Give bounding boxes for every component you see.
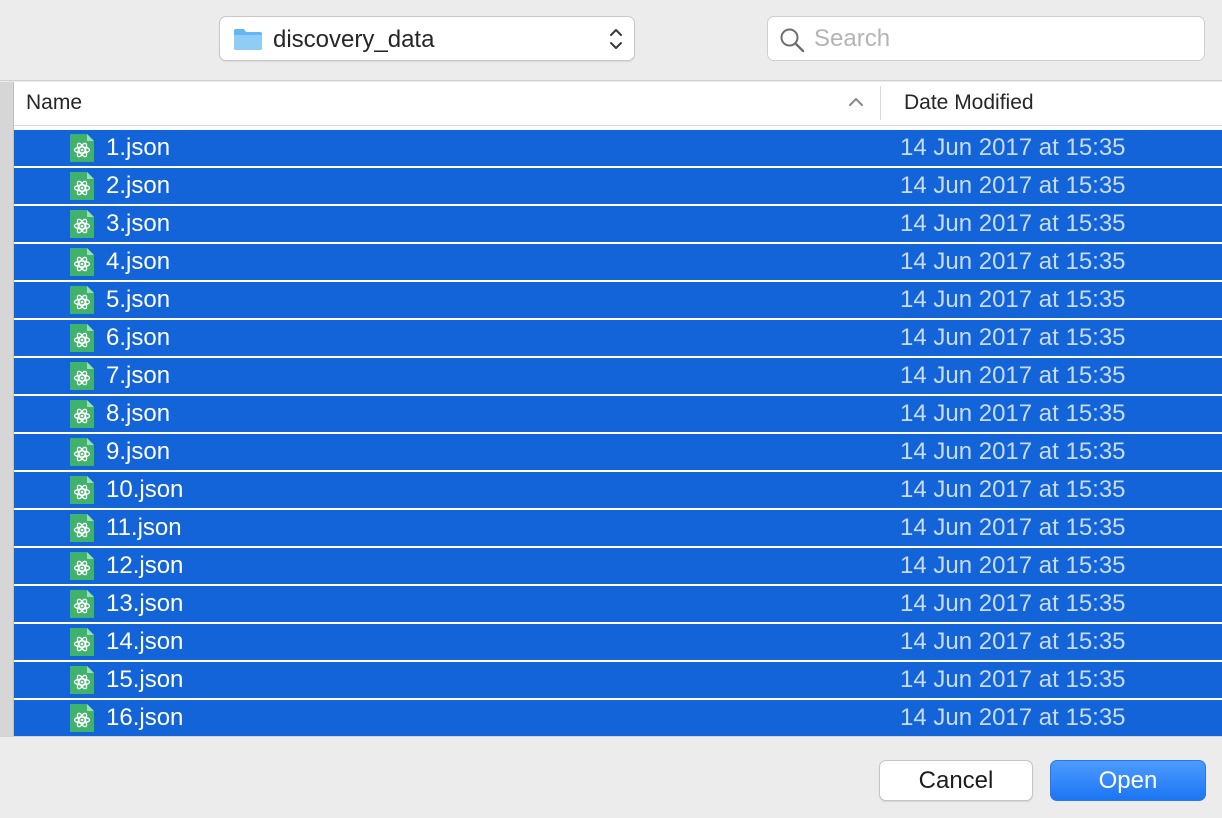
file-date-modified: 14 Jun 2017 at 15:35 bbox=[900, 400, 1126, 427]
file-row[interactable]: 10.json 14 Jun 2017 at 15:35 bbox=[14, 472, 1222, 508]
file-name: 15.json bbox=[106, 666, 184, 693]
file-row[interactable]: 4.json 14 Jun 2017 at 15:35 bbox=[14, 244, 1222, 280]
json-file-icon bbox=[69, 551, 95, 581]
json-file-icon bbox=[69, 437, 95, 467]
file-row[interactable]: 8.json 14 Jun 2017 at 15:35 bbox=[14, 396, 1222, 432]
file-row[interactable]: 15.json 14 Jun 2017 at 15:35 bbox=[14, 662, 1222, 698]
file-date-modified: 14 Jun 2017 at 15:35 bbox=[900, 666, 1126, 693]
file-list: Name Date Modified 1.json 14 Jun 2017 at… bbox=[0, 82, 1222, 736]
json-file-icon bbox=[69, 361, 95, 391]
file-name: 9.json bbox=[106, 438, 171, 465]
file-date-modified: 14 Jun 2017 at 15:35 bbox=[900, 438, 1126, 465]
file-rows: 1.json 14 Jun 2017 at 15:35 2.json 14 Ju… bbox=[14, 130, 1222, 738]
column-header: Name Date Modified bbox=[14, 82, 1222, 126]
file-date-modified: 14 Jun 2017 at 15:35 bbox=[900, 210, 1126, 237]
location-popup[interactable]: discovery_data bbox=[219, 16, 635, 61]
json-file-icon bbox=[69, 475, 95, 505]
file-date-modified: 14 Jun 2017 at 15:35 bbox=[900, 628, 1126, 655]
file-row[interactable]: 13.json 14 Jun 2017 at 15:35 bbox=[14, 586, 1222, 622]
file-date-modified: 14 Jun 2017 at 15:35 bbox=[900, 248, 1126, 275]
column-header-name[interactable]: Name bbox=[26, 91, 82, 115]
file-date-modified: 14 Jun 2017 at 15:35 bbox=[900, 324, 1126, 351]
file-date-modified: 14 Jun 2017 at 15:35 bbox=[900, 514, 1126, 541]
file-name: 13.json bbox=[106, 590, 184, 617]
file-row[interactable]: 12.json 14 Jun 2017 at 15:35 bbox=[14, 548, 1222, 584]
file-date-modified: 14 Jun 2017 at 15:35 bbox=[900, 590, 1126, 617]
json-file-icon bbox=[69, 589, 95, 619]
location-label: discovery_data bbox=[273, 26, 435, 53]
bottom-bar: Cancel Open bbox=[0, 736, 1222, 818]
open-button[interactable]: Open bbox=[1050, 760, 1206, 801]
file-name: 14.json bbox=[106, 628, 184, 655]
file-row[interactable]: 11.json 14 Jun 2017 at 15:35 bbox=[14, 510, 1222, 546]
search-input[interactable] bbox=[814, 23, 1194, 55]
json-file-icon bbox=[69, 285, 95, 315]
search-icon bbox=[780, 28, 805, 53]
file-name: 11.json bbox=[106, 514, 182, 541]
file-date-modified: 14 Jun 2017 at 15:35 bbox=[900, 134, 1126, 161]
column-divider[interactable] bbox=[880, 86, 881, 120]
file-name: 12.json bbox=[106, 552, 184, 579]
search-field[interactable] bbox=[767, 16, 1205, 61]
file-name: 1.json bbox=[106, 134, 171, 161]
file-name: 8.json bbox=[106, 400, 171, 427]
json-file-icon bbox=[69, 247, 95, 277]
file-row[interactable]: 16.json 14 Jun 2017 at 15:35 bbox=[14, 700, 1222, 736]
file-date-modified: 14 Jun 2017 at 15:35 bbox=[900, 286, 1126, 313]
column-header-date-modified[interactable]: Date Modified bbox=[904, 91, 1034, 115]
file-name: 4.json bbox=[106, 248, 171, 275]
file-row[interactable]: 9.json 14 Jun 2017 at 15:35 bbox=[14, 434, 1222, 470]
file-row[interactable]: 7.json 14 Jun 2017 at 15:35 bbox=[14, 358, 1222, 394]
json-file-icon bbox=[69, 209, 95, 239]
json-file-icon bbox=[69, 323, 95, 353]
file-row[interactable]: 6.json 14 Jun 2017 at 15:35 bbox=[14, 320, 1222, 356]
json-file-icon bbox=[69, 399, 95, 429]
file-row[interactable]: 3.json 14 Jun 2017 at 15:35 bbox=[14, 206, 1222, 242]
json-file-icon bbox=[69, 133, 95, 163]
json-file-icon bbox=[69, 703, 95, 733]
file-date-modified: 14 Jun 2017 at 15:35 bbox=[900, 704, 1126, 731]
json-file-icon bbox=[69, 627, 95, 657]
file-name: 10.json bbox=[106, 476, 184, 503]
file-row[interactable]: 5.json 14 Jun 2017 at 15:35 bbox=[14, 282, 1222, 318]
chevron-updown-icon bbox=[610, 29, 622, 49]
sort-ascending-icon[interactable] bbox=[848, 96, 864, 108]
file-date-modified: 14 Jun 2017 at 15:35 bbox=[900, 552, 1126, 579]
sidebar-edge bbox=[0, 82, 14, 736]
toolbar: discovery_data bbox=[0, 0, 1222, 81]
file-date-modified: 14 Jun 2017 at 15:35 bbox=[900, 362, 1126, 389]
file-name: 2.json bbox=[106, 172, 171, 199]
file-name: 7.json bbox=[106, 362, 171, 389]
json-file-icon bbox=[69, 513, 95, 543]
file-name: 3.json bbox=[106, 210, 171, 237]
json-file-icon bbox=[69, 665, 95, 695]
json-file-icon bbox=[69, 171, 95, 201]
file-row[interactable]: 1.json 14 Jun 2017 at 15:35 bbox=[14, 130, 1222, 166]
file-name: 5.json bbox=[106, 286, 171, 313]
file-name: 6.json bbox=[106, 324, 171, 351]
file-row[interactable]: 2.json 14 Jun 2017 at 15:35 bbox=[14, 168, 1222, 204]
file-name: 16.json bbox=[106, 704, 184, 731]
folder-icon bbox=[234, 29, 262, 50]
file-date-modified: 14 Jun 2017 at 15:35 bbox=[900, 476, 1126, 503]
file-row[interactable]: 14.json 14 Jun 2017 at 15:35 bbox=[14, 624, 1222, 660]
file-date-modified: 14 Jun 2017 at 15:35 bbox=[900, 172, 1126, 199]
cancel-button[interactable]: Cancel bbox=[879, 760, 1033, 801]
